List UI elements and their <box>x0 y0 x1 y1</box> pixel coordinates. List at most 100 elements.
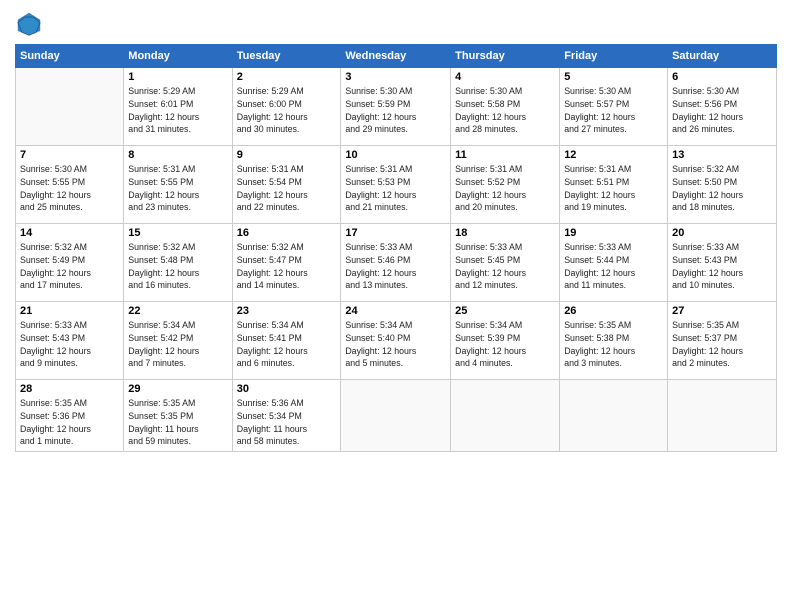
day-info: Sunrise: 5:32 AM Sunset: 5:47 PM Dayligh… <box>237 241 337 292</box>
calendar-cell <box>451 380 560 452</box>
day-info: Sunrise: 5:31 AM Sunset: 5:55 PM Dayligh… <box>128 163 227 214</box>
calendar-cell: 4Sunrise: 5:30 AM Sunset: 5:58 PM Daylig… <box>451 68 560 146</box>
calendar-cell <box>341 380 451 452</box>
day-number: 1 <box>128 71 227 83</box>
day-info: Sunrise: 5:30 AM Sunset: 5:56 PM Dayligh… <box>672 85 772 136</box>
day-info: Sunrise: 5:31 AM Sunset: 5:51 PM Dayligh… <box>564 163 663 214</box>
day-header-wednesday: Wednesday <box>341 45 451 68</box>
day-info: Sunrise: 5:30 AM Sunset: 5:59 PM Dayligh… <box>345 85 446 136</box>
day-info: Sunrise: 5:30 AM Sunset: 5:57 PM Dayligh… <box>564 85 663 136</box>
calendar-table: SundayMondayTuesdayWednesdayThursdayFrid… <box>15 44 777 452</box>
header <box>15 10 777 38</box>
calendar-cell: 16 Sunrise: 5:32 AM Sunset: 5:47 PM Dayli… <box>232 224 341 302</box>
day-info: Sunrise: 5:36 AM Sunset: 5:34 PM Dayligh… <box>237 397 337 448</box>
day-number: 29 <box>128 383 227 395</box>
week-row-5: 28 Sunrise: 5:35 AM Sunset: 5:36 PM Dayli… <box>16 380 777 452</box>
calendar-header-row: SundayMondayTuesdayWednesdayThursdayFrid… <box>16 45 777 68</box>
week-row-4: 21Sunrise: 5:33 AM Sunset: 5:43 PM Dayli… <box>16 302 777 380</box>
calendar-cell: 1 Sunrise: 5:29 AM Sunset: 6:01 PM Daylig… <box>124 68 232 146</box>
week-row-1: 1 Sunrise: 5:29 AM Sunset: 6:01 PM Daylig… <box>16 68 777 146</box>
day-info: Sunrise: 5:30 AM Sunset: 5:55 PM Dayligh… <box>20 163 119 214</box>
day-number: 25 <box>455 305 555 317</box>
day-number: 10 <box>345 149 446 161</box>
calendar-cell: 11 Sunrise: 5:31 AM Sunset: 5:52 PM Dayli… <box>451 146 560 224</box>
day-number: 9 <box>237 149 337 161</box>
calendar-cell: 5 Sunrise: 5:30 AM Sunset: 5:57 PM Daylig… <box>560 68 668 146</box>
calendar-cell: 15 Sunrise: 5:32 AM Sunset: 5:48 PM Dayli… <box>124 224 232 302</box>
day-info: Sunrise: 5:35 AM Sunset: 5:35 PM Dayligh… <box>128 397 227 448</box>
day-info: Sunrise: 5:35 AM Sunset: 5:36 PM Dayligh… <box>20 397 119 448</box>
day-number: 3 <box>345 71 446 83</box>
day-number: 15 <box>128 227 227 239</box>
calendar-cell <box>668 380 777 452</box>
day-info: Sunrise: 5:33 AM Sunset: 5:44 PM Dayligh… <box>564 241 663 292</box>
calendar-cell: 6 Sunrise: 5:30 AM Sunset: 5:56 PM Daylig… <box>668 68 777 146</box>
calendar-cell <box>16 68 124 146</box>
week-row-3: 14 Sunrise: 5:32 AM Sunset: 5:49 PM Dayli… <box>16 224 777 302</box>
day-number: 26 <box>564 305 663 317</box>
day-info: Sunrise: 5:35 AM Sunset: 5:37 PM Dayligh… <box>672 319 772 370</box>
day-number: 28 <box>20 383 119 395</box>
day-number: 11 <box>455 149 555 161</box>
day-info: Sunrise: 5:29 AM Sunset: 6:01 PM Dayligh… <box>128 85 227 136</box>
day-number: 18 <box>455 227 555 239</box>
day-number: 21 <box>20 305 119 317</box>
calendar-cell: 7 Sunrise: 5:30 AM Sunset: 5:55 PM Daylig… <box>16 146 124 224</box>
day-number: 17 <box>345 227 446 239</box>
calendar-cell: 22Sunrise: 5:34 AM Sunset: 5:42 PM Dayli… <box>124 302 232 380</box>
calendar-cell: 28 Sunrise: 5:35 AM Sunset: 5:36 PM Dayli… <box>16 380 124 452</box>
calendar-cell: 24 Sunrise: 5:34 AM Sunset: 5:40 PM Dayli… <box>341 302 451 380</box>
calendar-cell: 12Sunrise: 5:31 AM Sunset: 5:51 PM Dayli… <box>560 146 668 224</box>
day-number: 2 <box>237 71 337 83</box>
calendar-cell: 19 Sunrise: 5:33 AM Sunset: 5:44 PM Dayli… <box>560 224 668 302</box>
day-number: 6 <box>672 71 772 83</box>
day-info: Sunrise: 5:34 AM Sunset: 5:40 PM Dayligh… <box>345 319 446 370</box>
day-number: 22 <box>128 305 227 317</box>
day-info: Sunrise: 5:31 AM Sunset: 5:53 PM Dayligh… <box>345 163 446 214</box>
logo <box>15 10 47 38</box>
day-info: Sunrise: 5:29 AM Sunset: 6:00 PM Dayligh… <box>237 85 337 136</box>
calendar-cell <box>560 380 668 452</box>
calendar-cell: 20 Sunrise: 5:33 AM Sunset: 5:43 PM Dayli… <box>668 224 777 302</box>
day-number: 13 <box>672 149 772 161</box>
day-header-sunday: Sunday <box>16 45 124 68</box>
day-number: 24 <box>345 305 446 317</box>
day-header-monday: Monday <box>124 45 232 68</box>
logo-icon <box>15 10 43 38</box>
day-info: Sunrise: 5:32 AM Sunset: 5:50 PM Dayligh… <box>672 163 772 214</box>
calendar-cell: 18Sunrise: 5:33 AM Sunset: 5:45 PM Dayli… <box>451 224 560 302</box>
day-info: Sunrise: 5:32 AM Sunset: 5:48 PM Dayligh… <box>128 241 227 292</box>
calendar-cell: 27 Sunrise: 5:35 AM Sunset: 5:37 PM Dayli… <box>668 302 777 380</box>
calendar-cell: 3 Sunrise: 5:30 AM Sunset: 5:59 PM Daylig… <box>341 68 451 146</box>
calendar-cell: 25Sunrise: 5:34 AM Sunset: 5:39 PM Dayli… <box>451 302 560 380</box>
day-number: 7 <box>20 149 119 161</box>
calendar-cell: 30 Sunrise: 5:36 AM Sunset: 5:34 PM Dayli… <box>232 380 341 452</box>
day-info: Sunrise: 5:32 AM Sunset: 5:49 PM Dayligh… <box>20 241 119 292</box>
calendar-cell: 10 Sunrise: 5:31 AM Sunset: 5:53 PM Dayli… <box>341 146 451 224</box>
day-info: Sunrise: 5:33 AM Sunset: 5:43 PM Dayligh… <box>672 241 772 292</box>
day-header-tuesday: Tuesday <box>232 45 341 68</box>
day-info: Sunrise: 5:33 AM Sunset: 5:46 PM Dayligh… <box>345 241 446 292</box>
calendar-cell: 26 Sunrise: 5:35 AM Sunset: 5:38 PM Dayli… <box>560 302 668 380</box>
day-info: Sunrise: 5:35 AM Sunset: 5:38 PM Dayligh… <box>564 319 663 370</box>
day-info: Sunrise: 5:31 AM Sunset: 5:52 PM Dayligh… <box>455 163 555 214</box>
day-number: 19 <box>564 227 663 239</box>
calendar-cell: 17 Sunrise: 5:33 AM Sunset: 5:46 PM Dayli… <box>341 224 451 302</box>
day-number: 5 <box>564 71 663 83</box>
day-number: 8 <box>128 149 227 161</box>
day-number: 27 <box>672 305 772 317</box>
day-header-thursday: Thursday <box>451 45 560 68</box>
day-header-saturday: Saturday <box>668 45 777 68</box>
calendar-cell: 13 Sunrise: 5:32 AM Sunset: 5:50 PM Dayli… <box>668 146 777 224</box>
day-info: Sunrise: 5:31 AM Sunset: 5:54 PM Dayligh… <box>237 163 337 214</box>
day-number: 30 <box>237 383 337 395</box>
page: SundayMondayTuesdayWednesdayThursdayFrid… <box>0 0 792 612</box>
week-row-2: 7 Sunrise: 5:30 AM Sunset: 5:55 PM Daylig… <box>16 146 777 224</box>
calendar-cell: 9 Sunrise: 5:31 AM Sunset: 5:54 PM Daylig… <box>232 146 341 224</box>
calendar-cell: 2 Sunrise: 5:29 AM Sunset: 6:00 PM Daylig… <box>232 68 341 146</box>
day-number: 14 <box>20 227 119 239</box>
day-number: 16 <box>237 227 337 239</box>
day-number: 20 <box>672 227 772 239</box>
calendar-cell: 8 Sunrise: 5:31 AM Sunset: 5:55 PM Daylig… <box>124 146 232 224</box>
calendar-cell: 14 Sunrise: 5:32 AM Sunset: 5:49 PM Dayli… <box>16 224 124 302</box>
